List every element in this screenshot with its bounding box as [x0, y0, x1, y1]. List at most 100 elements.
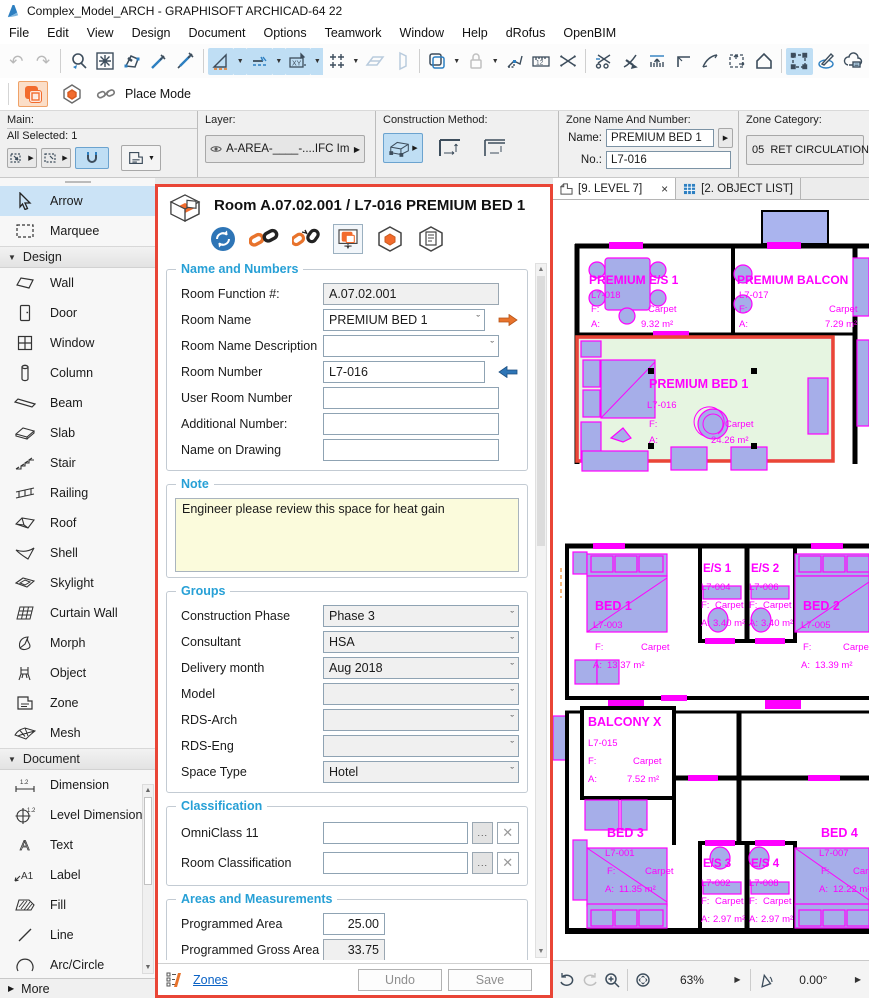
note-textarea[interactable]: Engineer please review this space for he…: [175, 498, 519, 572]
model-dropdown[interactable]: [323, 683, 519, 705]
tool-morph[interactable]: Morph: [0, 628, 155, 658]
menu-options[interactable]: Options: [254, 24, 315, 42]
dialog-scrollbar[interactable]: ▲ ▼: [535, 263, 547, 958]
inject-parameters-icon[interactable]: [172, 48, 199, 75]
layer-selector-button[interactable]: A-AREA-____-....IFC Import ▶: [205, 135, 365, 163]
zone-name-flyout-button[interactable]: ▶: [718, 128, 733, 148]
tool-line[interactable]: Line: [0, 920, 155, 950]
tool-arc-circle[interactable]: Arc/Circle: [0, 950, 155, 980]
scroll-down-icon[interactable]: ▼: [143, 962, 153, 973]
name-on-drawing-field[interactable]: [323, 439, 499, 461]
show-on-screen-button[interactable]: ▼: [333, 224, 363, 254]
construction-phase-dropdown[interactable]: Phase 3: [323, 605, 519, 627]
marquee-settings-button[interactable]: ▶: [41, 148, 71, 168]
user-room-number-field[interactable]: [323, 387, 499, 409]
zones-link[interactable]: Zones: [193, 973, 228, 987]
construction-method-auto-button[interactable]: ▶: [383, 133, 423, 163]
drofus-item-mode-button[interactable]: [57, 81, 87, 107]
pickup-parameters-icon[interactable]: [145, 48, 172, 75]
menu-teamwork[interactable]: Teamwork: [316, 24, 391, 42]
stretch-box-icon[interactable]: [724, 48, 751, 75]
programmed-area-field[interactable]: 25.00: [323, 913, 385, 935]
coordinate-input-dropdown[interactable]: ▼: [311, 48, 323, 75]
sync-icon[interactable]: [210, 226, 236, 252]
undo-button[interactable]: Undo: [358, 969, 442, 991]
room-classification-field[interactable]: [323, 852, 468, 874]
omniclass-browse-button[interactable]: ...: [472, 822, 494, 844]
tool-roof[interactable]: Roof: [0, 508, 155, 538]
room-data-sheet-icon[interactable]: [417, 225, 445, 253]
drofus-room-mode-button[interactable]: [18, 81, 48, 107]
unlink-rooms-icon[interactable]: [292, 226, 320, 252]
offset-dropdown[interactable]: ▼: [451, 48, 463, 75]
additional-number-field[interactable]: [323, 413, 499, 435]
space-type-dropdown[interactable]: Hotel: [323, 761, 519, 783]
snap-grid-dropdown[interactable]: ▼: [350, 48, 362, 75]
snap-grid-icon[interactable]: [323, 48, 350, 75]
adjust-icon[interactable]: [617, 48, 644, 75]
menu-window[interactable]: Window: [391, 24, 453, 42]
zoom-in-icon[interactable]: [602, 968, 622, 991]
suspend-groups-dropdown[interactable]: ▼: [489, 48, 501, 75]
menu-help[interactable]: Help: [453, 24, 497, 42]
back-icon[interactable]: [557, 968, 577, 991]
annotate-icon[interactable]: [813, 48, 840, 75]
toolbox-more[interactable]: ▶More: [0, 978, 155, 998]
tool-door[interactable]: Door: [0, 298, 155, 328]
save-button[interactable]: Save: [448, 969, 532, 991]
guide-lines-dropdown[interactable]: ▼: [234, 48, 246, 75]
construction-method-edge-button[interactable]: [432, 133, 468, 163]
tool-slab[interactable]: Slab: [0, 418, 155, 448]
toolbox-section-design[interactable]: ▼Design: [0, 246, 155, 268]
tool-object[interactable]: Object: [0, 658, 155, 688]
rotation-dropdown[interactable]: ▶: [851, 975, 865, 984]
orientation-icon[interactable]: [755, 968, 775, 991]
marquee-selection-icon[interactable]: [786, 48, 813, 75]
tool-mesh[interactable]: Mesh: [0, 718, 155, 748]
tool-beam[interactable]: Beam: [0, 388, 155, 418]
zone-no-input[interactable]: L7-016: [606, 151, 731, 169]
scroll-thumb[interactable]: [144, 797, 152, 885]
omniclass-clear-icon[interactable]: ✕: [497, 822, 519, 844]
trace-reference-icon[interactable]: [362, 48, 389, 75]
tool-window[interactable]: Window: [0, 328, 155, 358]
rds-arch-dropdown[interactable]: [323, 709, 519, 731]
room-name-description-dropdown[interactable]: [323, 335, 499, 357]
offset-icon[interactable]: [424, 48, 451, 75]
construction-method-reference-button[interactable]: [477, 133, 513, 163]
consultant-dropdown[interactable]: HSA: [323, 631, 519, 653]
toolbox-drag-handle[interactable]: [0, 178, 155, 186]
resize-icon[interactable]: [555, 48, 582, 75]
tab-close-icon[interactable]: ×: [661, 182, 668, 196]
toolbox-scrollbar[interactable]: ▲▼: [142, 784, 154, 974]
room-classification-browse-button[interactable]: ...: [472, 852, 494, 874]
scroll-up-icon[interactable]: ▲: [143, 785, 153, 796]
zoom-level-value[interactable]: 63%: [656, 973, 729, 987]
snap-guides-icon[interactable]: [246, 48, 273, 75]
dialog-scroll-up-icon[interactable]: ▲: [536, 264, 546, 275]
tool-skylight[interactable]: Skylight: [0, 568, 155, 598]
magic-wand-icon[interactable]: [501, 48, 528, 75]
redo-icon[interactable]: ↷: [30, 48, 57, 75]
room-name-dropdown[interactable]: PREMIUM BED 1: [323, 309, 485, 331]
tool-marquee[interactable]: Marquee: [0, 216, 155, 246]
room-classification-clear-icon[interactable]: ✕: [497, 852, 519, 874]
tool-wall[interactable]: Wall: [0, 268, 155, 298]
tool-level-dimension[interactable]: 1.2Level Dimension: [0, 800, 155, 830]
select-settings-button[interactable]: ▶: [7, 148, 37, 168]
rotation-value[interactable]: 0.00°: [778, 973, 849, 987]
coordinate-input-icon[interactable]: XY: [285, 48, 312, 75]
tool-shell[interactable]: Shell: [0, 538, 155, 568]
menu-drofus[interactable]: dRofus: [497, 24, 555, 42]
bimcloud-icon[interactable]: [839, 48, 866, 75]
room-number-field[interactable]: L7-016: [323, 361, 485, 383]
zone-category-selector[interactable]: 05 RET CIRCULATION: [746, 135, 864, 165]
menu-design[interactable]: Design: [123, 24, 180, 42]
tool-fill[interactable]: Fill: [0, 890, 155, 920]
tool-zone[interactable]: Zone: [0, 688, 155, 718]
tab-level-7[interactable]: [9. LEVEL 7] ×: [553, 178, 676, 199]
zoom-level-dropdown[interactable]: ▶: [730, 975, 744, 984]
omniclass-field[interactable]: [323, 822, 468, 844]
rds-eng-dropdown[interactable]: [323, 735, 519, 757]
fillet-icon[interactable]: [697, 48, 724, 75]
